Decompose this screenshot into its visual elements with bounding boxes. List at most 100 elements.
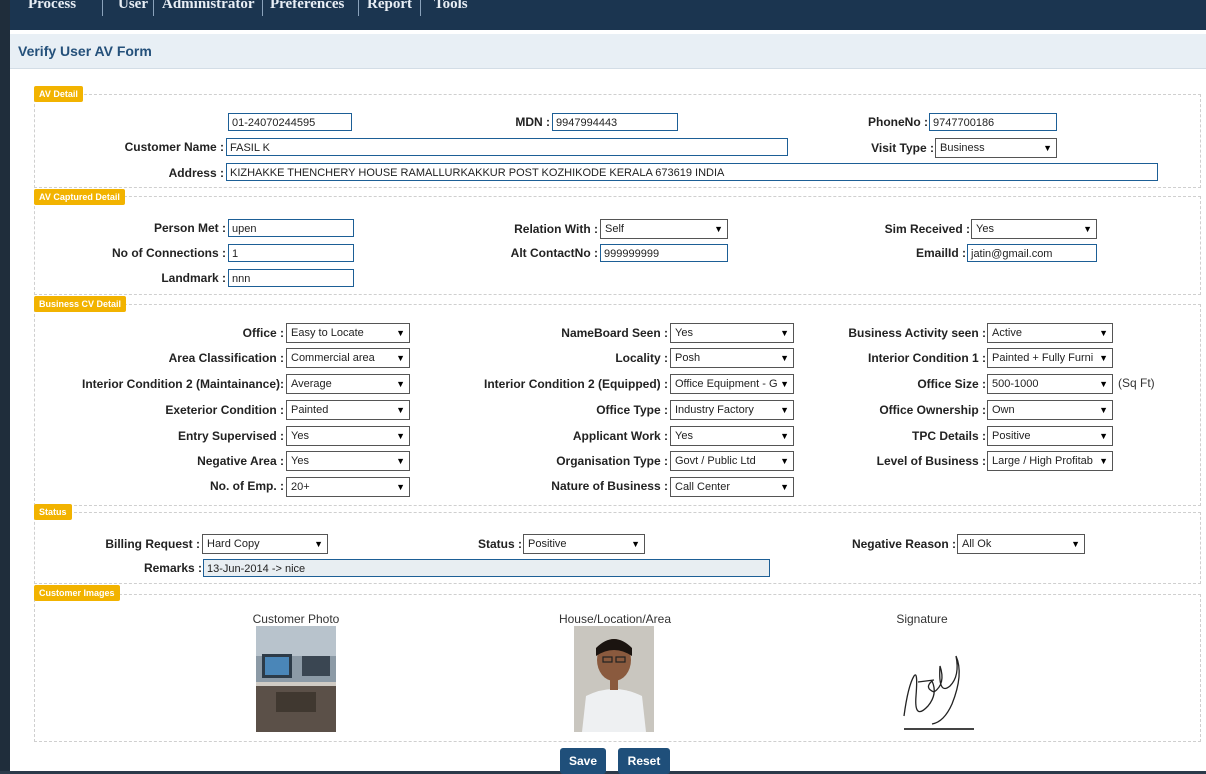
office-type-label: Office Type : [596,403,668,417]
interior-condition-1-value: Painted + Fully Furni [992,352,1094,364]
office-type-select[interactable]: Industry Factory ▼ [670,400,794,420]
interior-equipped-select[interactable]: Office Equipment - G ▼ [670,374,794,394]
tpc-details-select[interactable]: Positive ▼ [987,426,1113,446]
customer-name-label: Customer Name : [124,140,224,154]
menu-user[interactable]: User [118,0,148,14]
area-classification-label: Area Classification : [168,351,284,365]
chevron-down-icon: ▼ [1099,353,1108,363]
menu-report[interactable]: Report [367,0,412,14]
menu-process[interactable]: Process [28,0,76,14]
house-photo[interactable] [574,626,654,732]
negative-reason-value: All Ok [962,538,992,550]
office-size-label: Office Size : [917,377,986,391]
chevron-down-icon: ▼ [396,456,405,466]
office-size-unit: (Sq Ft) [1118,376,1155,390]
relation-value: Self [605,223,624,235]
level-of-business-label: Level of Business : [876,454,986,468]
office-select[interactable]: Easy to Locate ▼ [286,323,410,343]
chevron-down-icon: ▼ [1099,379,1108,389]
employees-select[interactable]: 20+ ▼ [286,477,410,497]
office-ownership-select[interactable]: Own ▼ [987,400,1113,420]
email-field[interactable]: jatin@gmail.com [967,244,1097,262]
nature-of-business-select[interactable]: Call Center ▼ [670,477,794,497]
chevron-down-icon: ▼ [396,328,405,338]
chevron-down-icon: ▼ [780,328,789,338]
business-cv-legend: Business CV Detail [34,296,127,312]
mdn-field[interactable]: 9947994443 [552,113,678,131]
negative-area-select[interactable]: Yes ▼ [286,451,410,471]
chevron-down-icon: ▼ [396,353,405,363]
organisation-type-select[interactable]: Govt / Public Ltd ▼ [670,451,794,471]
office-size-select[interactable]: 500-1000 ▼ [987,374,1113,394]
business-activity-select[interactable]: Active ▼ [987,323,1113,343]
exterior-condition-select[interactable]: Painted ▼ [286,400,410,420]
alt-contact-label: Alt ContactNo : [510,246,598,260]
visit-type-select[interactable]: Business ▼ [935,138,1057,158]
menu-separator [102,0,103,16]
phone-field[interactable]: 9747700186 [929,113,1057,131]
negative-area-label: Negative Area : [197,454,284,468]
nameboard-value: Yes [675,327,693,339]
locality-select[interactable]: Posh ▼ [670,348,794,368]
left-frame [0,0,10,771]
office-value: Easy to Locate [291,327,364,339]
organisation-type-label: Organisation Type : [556,454,668,468]
chevron-down-icon: ▼ [780,431,789,441]
save-button[interactable]: Save [560,748,606,774]
area-classification-value: Commercial area [291,352,375,364]
address-label: Address : [168,166,224,180]
menu-preferences[interactable]: Preferences [270,0,344,14]
office-ownership-label: Office Ownership : [879,403,986,417]
connections-label: No of Connections : [112,246,226,260]
level-of-business-select[interactable]: Large / High Profitab ▼ [987,451,1113,471]
status-label: Status : [477,537,522,551]
interior-equipped-label: Interior Condition 2 (Equipped) : [484,377,668,391]
exterior-condition-label: Exeterior Condition : [165,403,284,417]
negative-area-value: Yes [291,455,309,467]
interior-condition-1-select[interactable]: Painted + Fully Furni ▼ [987,348,1113,368]
person-met-field[interactable]: upen [228,219,354,237]
house-photo-image [574,626,654,732]
chevron-down-icon: ▼ [1083,224,1092,234]
nameboard-select[interactable]: Yes ▼ [670,323,794,343]
menu-administrator[interactable]: Administrator [162,0,255,14]
customer-name-field[interactable]: FASIL K [226,138,788,156]
interior-equipped-value: Office Equipment - G [675,378,778,390]
av-detail-legend: AV Detail [34,86,83,102]
applicant-work-select[interactable]: Yes ▼ [670,426,794,446]
menu-tools[interactable]: Tools [434,0,468,14]
interior-maintainance-label: Interior Condition 2 (Maintainance): [81,377,284,391]
person-met-label: Person Met : [153,221,226,235]
entry-supervised-value: Yes [291,430,309,442]
caf-no-field[interactable]: 01-24070244595 [228,113,352,131]
chevron-down-icon: ▼ [780,405,789,415]
chevron-down-icon: ▼ [631,539,640,549]
house-caption: House/Location/Area [558,612,672,626]
alt-contact-field[interactable]: 999999999 [600,244,728,262]
negative-reason-label: Negative Reason : [851,537,956,551]
tpc-details-label: TPC Details : [911,429,986,443]
organisation-type-value: Govt / Public Ltd [675,455,756,467]
landmark-field[interactable]: nnn [228,269,354,287]
nature-of-business-value: Call Center [675,481,731,493]
remarks-field[interactable]: 13-Jun-2014 -> nice [203,559,770,577]
billing-request-label: Billing Request : [105,537,200,551]
billing-request-select[interactable]: Hard Copy ▼ [202,534,328,554]
relation-select[interactable]: Self ▼ [600,219,728,239]
sim-received-select[interactable]: Yes ▼ [971,219,1097,239]
entry-supervised-label: Entry Supervised : [177,429,284,443]
reset-button[interactable]: Reset [618,748,670,774]
status-select[interactable]: Positive ▼ [523,534,645,554]
address-field[interactable]: KIZHAKKE THENCHERY HOUSE RAMALLURKAKKUR … [226,163,1158,181]
entry-supervised-select[interactable]: Yes ▼ [286,426,410,446]
signature-drawing [903,655,974,730]
office-label: Office : [242,326,284,340]
area-classification-select[interactable]: Commercial area ▼ [286,348,410,368]
signature-image[interactable] [894,626,974,732]
nature-of-business-label: Nature of Business : [551,479,668,493]
negative-reason-select[interactable]: All Ok ▼ [957,534,1085,554]
chevron-down-icon: ▼ [714,224,723,234]
connections-field[interactable]: 1 [228,244,354,262]
customer-photo[interactable] [256,626,336,732]
interior-maintainance-select[interactable]: Average ▼ [286,374,410,394]
